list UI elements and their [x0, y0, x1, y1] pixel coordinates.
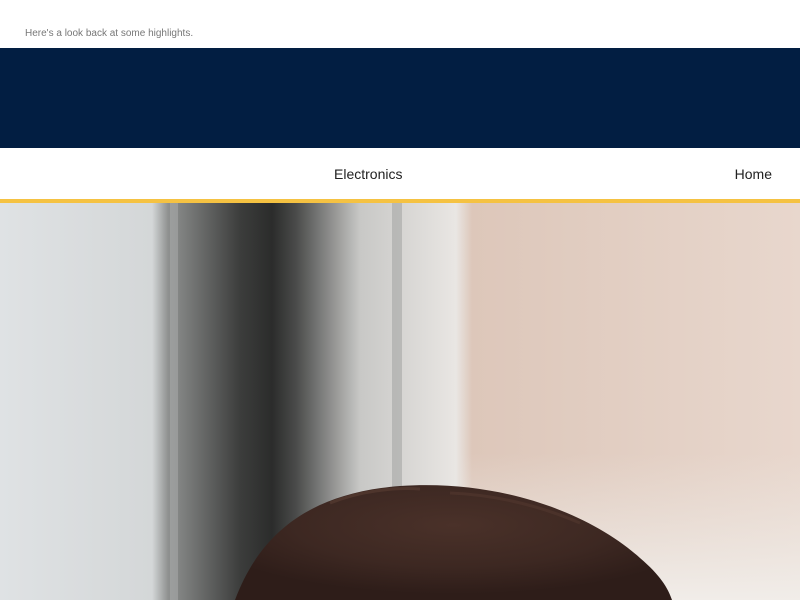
hero-photo — [0, 203, 800, 600]
nav-link-electronics[interactable]: Electronics — [334, 166, 402, 182]
header-banner — [0, 48, 800, 148]
hero-image[interactable] — [0, 203, 800, 600]
preheader-text: Here's a look back at some highlights. — [25, 28, 194, 39]
preheader: Here's a look back at some highlights. — [0, 0, 800, 48]
category-nav: Electronics Home — [0, 148, 800, 203]
nav-link-home[interactable]: Home — [735, 166, 772, 182]
